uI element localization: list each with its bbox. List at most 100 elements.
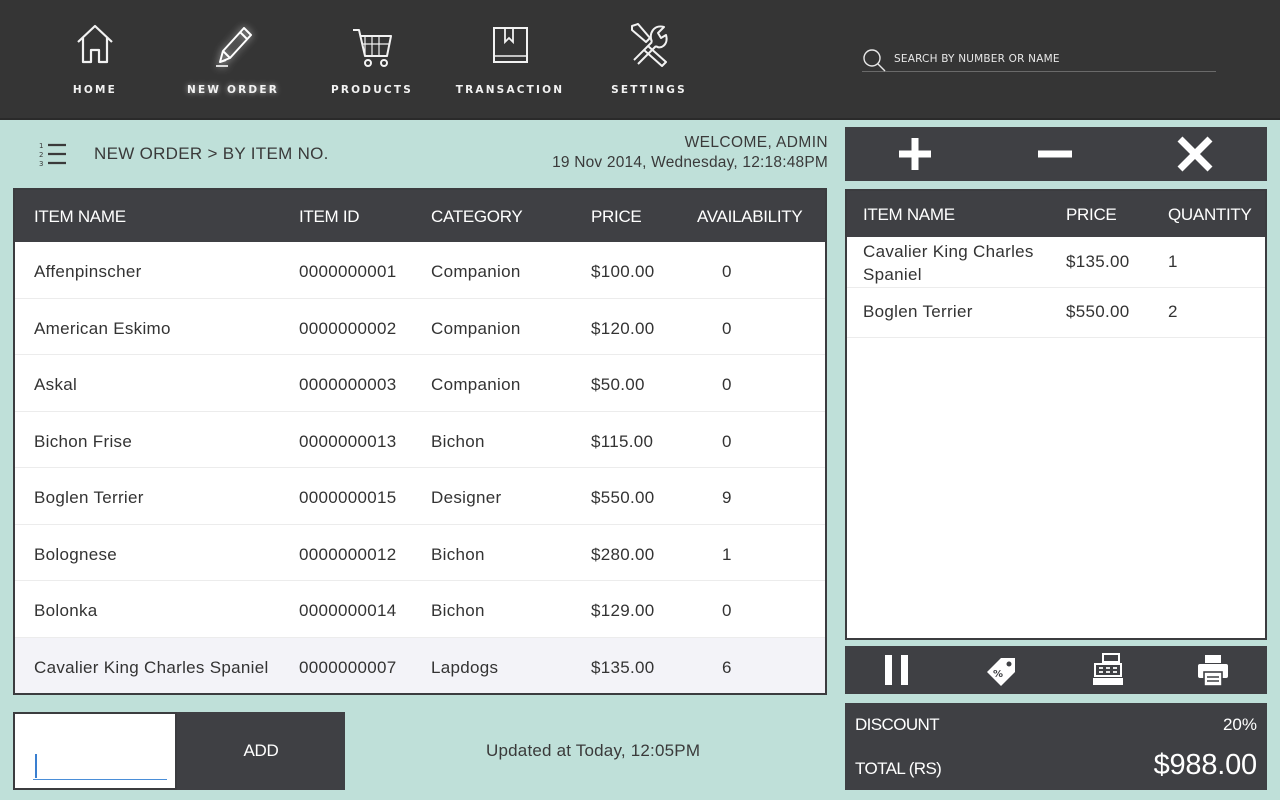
list-menu-icon[interactable]: 1 2 3 [38, 140, 68, 168]
cart-header-quantity: QUANTITY [1168, 205, 1252, 224]
cell-availability: 0 [722, 262, 732, 281]
nav-products[interactable]: PRODUCTS [302, 18, 442, 108]
cell-price: $100.00 [591, 262, 655, 281]
cell-item-id: 0000000002 [299, 318, 397, 338]
items-table: ITEM NAME ITEM ID CATEGORY PRICE AVAILAB… [13, 188, 827, 695]
cell-category: Lapdogs [431, 657, 499, 677]
cell-item-id: 0000000015 [299, 488, 397, 507]
cell-availability: 0 [722, 318, 732, 338]
table-row[interactable]: Bolognese 0000000012 Bichon $280.00 1 [15, 525, 825, 581]
discount-label: DISCOUNT [855, 715, 940, 734]
cell-availability: 9 [722, 488, 732, 507]
nav-home[interactable]: HOME [25, 18, 165, 108]
close-icon[interactable] [1175, 135, 1215, 173]
cell-availability: 0 [722, 431, 732, 451]
cell-price: $115.00 [591, 431, 654, 451]
table-row[interactable]: Bolonka 0000000014 Bichon $129.00 0 [15, 581, 825, 638]
nav-settings-label: SETTINGS [611, 84, 687, 96]
search-input[interactable] [894, 50, 1204, 68]
search-icon[interactable] [862, 48, 886, 72]
breadcrumb: NEW ORDER > BY ITEM NO. [94, 144, 329, 163]
datetime-text: 19 Nov 2014, Wednesday, 12:18:48PM [552, 154, 828, 171]
cell-item-name: Bolonka [34, 601, 98, 620]
column-header-item-id[interactable]: ITEM ID [299, 207, 360, 227]
column-header-category[interactable]: CATEGORY [431, 207, 523, 227]
cell-price: $280.00 [591, 544, 655, 564]
table-row[interactable]: American Eskimo 0000000002 Companion $12… [15, 299, 825, 355]
plus-icon[interactable] [895, 135, 935, 173]
cell-item-name: Bolognese [34, 544, 118, 564]
table-row[interactable]: Affenpinscher 0000000001 Companion $100.… [15, 242, 825, 299]
pencil-icon [216, 27, 252, 67]
print-icon[interactable] [1195, 652, 1231, 688]
discount-tag-icon[interactable]: % [983, 652, 1019, 688]
top-nav-bar: HOME NEW ORDER PRODUCTS TRANSACTION SETT… [0, 0, 1280, 120]
minus-icon[interactable] [1035, 135, 1075, 173]
cart-icon [353, 29, 392, 67]
nav-settings[interactable]: SETTINGS [579, 18, 719, 108]
cart-row[interactable]: Boglen Terrier $550.00 2 [847, 288, 1265, 338]
welcome-block: WELCOME, ADMIN 19 Nov 2014, Wednesday, 1… [552, 134, 828, 172]
cell-category: Designer [431, 488, 502, 507]
nav-transaction-label: TRANSACTION [455, 84, 565, 96]
cell-category: Companion [431, 262, 521, 281]
column-header-availability[interactable]: AVAILABILITY [697, 207, 803, 227]
nav-new-order[interactable]: NEW ORDER [163, 18, 303, 108]
cell-category: Bichon [431, 431, 485, 451]
cart-cell-quantity: 2 [1168, 302, 1178, 321]
nav-products-label: PRODUCTS [331, 84, 413, 96]
items-table-header: ITEM NAME ITEM ID CATEGORY PRICE AVAILAB… [15, 190, 825, 242]
pause-icon[interactable] [879, 652, 915, 688]
cell-availability: 6 [722, 657, 732, 677]
cell-availability: 1 [722, 544, 732, 564]
cell-price: $120.00 [591, 318, 655, 338]
cell-item-id: 0000000012 [299, 544, 397, 564]
cell-price: $135.00 [591, 657, 655, 677]
cell-item-id: 0000000001 [299, 262, 397, 281]
column-header-item-name[interactable]: ITEM NAME [34, 207, 126, 227]
table-row[interactable]: Bichon Frise 0000000013 Bichon $115.00 0 [15, 412, 825, 468]
welcome-text: WELCOME, ADMIN [684, 134, 828, 151]
column-header-price[interactable]: PRICE [591, 207, 642, 227]
add-button[interactable]: ADD [177, 712, 345, 790]
svg-text:3: 3 [39, 160, 43, 168]
cart-cell-price: $550.00 [1066, 302, 1130, 321]
cell-category: Companion [431, 318, 521, 338]
home-icon [77, 24, 113, 64]
cell-item-name: Cavalier King Charles Spaniel [34, 657, 269, 677]
nav-new-order-label: NEW ORDER [187, 84, 279, 96]
cell-item-id: 0000000007 [299, 657, 397, 677]
cell-price: $550.00 [591, 488, 655, 507]
book-icon [493, 27, 528, 63]
cart-header-price: PRICE [1066, 205, 1117, 224]
cart-table-header: ITEM NAME PRICE QUANTITY [847, 191, 1265, 237]
nav-home-label: HOME [72, 84, 118, 96]
cell-item-name: Bichon Frise [34, 431, 133, 451]
cell-item-id: 0000000013 [299, 431, 397, 451]
cart-cell-item-name: Boglen Terrier [863, 302, 973, 321]
cell-category: Companion [431, 375, 521, 394]
cart-cell-quantity: 1 [1168, 252, 1178, 271]
cell-item-name: American Eskimo [34, 318, 171, 338]
cell-availability: 0 [722, 375, 732, 394]
cash-register-icon[interactable] [1089, 652, 1125, 688]
table-row[interactable]: Askal 0000000003 Companion $50.00 0 [15, 355, 825, 412]
text-caret [35, 754, 37, 778]
cell-price: $50.00 [591, 375, 645, 394]
cart-table: ITEM NAME PRICE QUANTITY Cavalier King C… [845, 189, 1267, 640]
total-value: $988.00 [1153, 749, 1258, 781]
item-number-input[interactable] [33, 750, 167, 780]
cart-header-item-name: ITEM NAME [863, 205, 955, 224]
cart-cell-item-name: Cavalier King Charles Spaniel [863, 242, 1034, 284]
order-summary: DISCOUNT 20% TOTAL (RS) $988.00 [845, 703, 1267, 790]
updated-status: Updated at Today, 12:05PM [486, 741, 701, 760]
cell-category: Bichon [431, 601, 485, 620]
tools-icon [631, 23, 668, 67]
search-bar [862, 46, 1216, 72]
cell-availability: 0 [722, 601, 732, 620]
svg-text:1: 1 [39, 142, 43, 150]
table-row[interactable]: Cavalier King Charles Spaniel 0000000007… [15, 637, 825, 693]
table-row[interactable]: Boglen Terrier 0000000015 Designer $550.… [15, 468, 825, 525]
cart-row[interactable]: Cavalier King Charles Spaniel $135.00 1 [847, 237, 1265, 288]
nav-transaction[interactable]: TRANSACTION [440, 18, 580, 108]
